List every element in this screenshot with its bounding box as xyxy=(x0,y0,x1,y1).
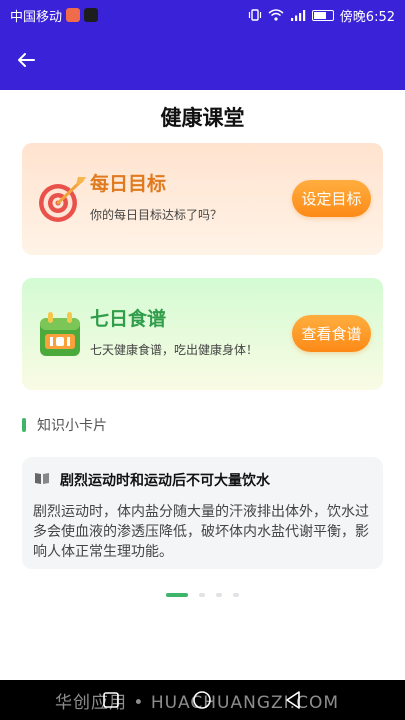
status-bar: 中国移动 傍晚6:52 xyxy=(0,0,405,30)
daily-goal-card[interactable]: 每日目标 你的每日目标达标了吗？ 设定目标 xyxy=(22,143,383,255)
app-bar xyxy=(0,30,405,90)
section-marker xyxy=(22,418,26,432)
notification-app-icon xyxy=(66,8,81,22)
set-goal-button[interactable]: 设定目标 xyxy=(292,180,371,217)
calendar-icon xyxy=(40,312,80,356)
seven-day-recipe-card[interactable]: 七日食谱 七天健康食谱，吃出健康身体！ 查看食谱 xyxy=(22,278,383,390)
battery-icon xyxy=(311,9,334,21)
section-label: 知识小卡片 xyxy=(37,418,107,434)
page-title: 健康课堂 xyxy=(160,106,245,130)
wifi-icon xyxy=(268,9,284,21)
card-title: 七日食谱 xyxy=(90,308,167,330)
carousel-dot[interactable] xyxy=(216,593,222,597)
carousel-dot[interactable] xyxy=(166,593,188,597)
carousel-dot[interactable] xyxy=(199,593,205,597)
status-left: 中国移动 xyxy=(10,6,99,25)
square-icon[interactable] xyxy=(99,688,123,712)
carrier-label: 中国移动 xyxy=(10,9,63,25)
target-dart-icon xyxy=(39,177,86,222)
system-nav-bar: 华创应用 • HUACHUANGZI.COM xyxy=(0,680,405,720)
knowledge-tip-card[interactable]: 剧烈运动时和运动后不可大量饮水 剧烈运动时，体内盐分随大量的汗液排出体外，饮水过… xyxy=(22,457,383,569)
tiktok-icon xyxy=(84,8,99,22)
carousel-indicator xyxy=(0,593,405,597)
clock-label: 傍晚6:52 xyxy=(339,9,395,25)
tip-title: 剧烈运动时和运动后不可大量饮水 xyxy=(60,473,270,489)
circle-icon[interactable] xyxy=(190,688,214,712)
view-recipe-button[interactable]: 查看食谱 xyxy=(292,315,371,352)
card-subtitle: 你的每日目标达标了吗？ xyxy=(90,208,223,222)
card-title: 每日目标 xyxy=(90,173,167,195)
triangle-back-icon[interactable] xyxy=(281,688,305,712)
status-right: 傍晚6:52 xyxy=(248,6,395,25)
arrow-left-icon xyxy=(18,53,35,67)
book-icon xyxy=(35,473,49,484)
carousel-dot[interactable] xyxy=(233,593,239,597)
signal-icon xyxy=(290,10,305,21)
knowledge-section-header: 知识小卡片 xyxy=(22,415,107,435)
card-subtitle: 七天健康食谱，吃出健康身体！ xyxy=(90,343,259,357)
vibrate-icon xyxy=(248,9,261,21)
back-button[interactable] xyxy=(12,46,40,74)
tip-body: 剧烈运动时，体内盐分随大量的汗液排出体外，饮水过多会使血液的渗透压降低，破坏体内… xyxy=(33,504,369,560)
